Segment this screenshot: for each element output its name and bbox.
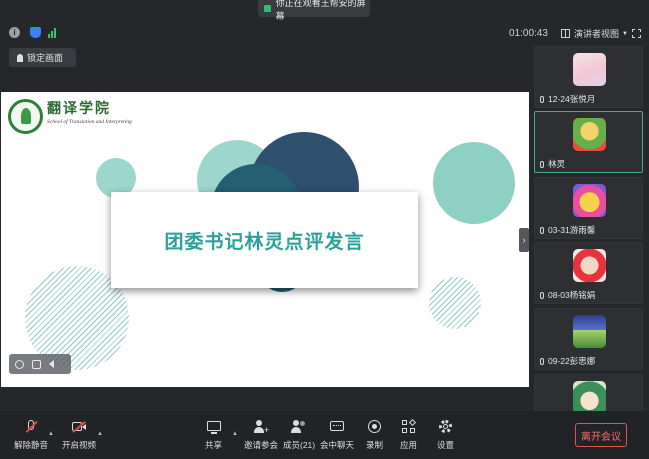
record-icon bbox=[367, 420, 383, 434]
participant-tile[interactable]: 09-22彭思娜 bbox=[534, 308, 643, 370]
school-name-cn: 翻译学院 bbox=[47, 101, 111, 117]
meeting-window: 你正在观看王帮安的屏幕 i 01:00:43 演讲者视图 ▼ 锁定画面 翻译学院… bbox=[0, 0, 649, 459]
signal-icon[interactable] bbox=[48, 27, 59, 38]
apps-label: 应用 bbox=[400, 440, 418, 450]
cartoon-boy-avatar bbox=[573, 118, 606, 151]
fullscreen-icon[interactable] bbox=[632, 29, 641, 38]
heart-dog-avatar bbox=[573, 249, 606, 282]
participant-name-row: 08-03杨铭娟 bbox=[540, 289, 595, 301]
gear-icon bbox=[438, 420, 454, 434]
speaker-view-button[interactable]: 演讲者视图 ▼ bbox=[561, 27, 628, 40]
screen-share-banner: 你正在观看王帮安的屏幕 bbox=[258, 0, 370, 21]
status-bar: i 01:00:43 演讲者视图 ▼ bbox=[0, 22, 649, 44]
decor-circle bbox=[433, 142, 515, 224]
participant-tile[interactable]: 12-24张悦月 bbox=[534, 46, 643, 108]
participant-tile[interactable]: 08-03杨铭娟 bbox=[534, 242, 643, 304]
lock-view-button[interactable]: 锁定画面 bbox=[9, 48, 76, 67]
participant-tile[interactable]: 林灵 bbox=[534, 111, 643, 173]
share-button[interactable]: 共享 bbox=[205, 420, 222, 451]
participant-name: 03-31游雨馨 bbox=[548, 225, 596, 235]
share-label: 共享 bbox=[205, 440, 223, 450]
share-screen-icon bbox=[206, 420, 222, 434]
pixel-character-avatar bbox=[573, 315, 606, 348]
mic-icon bbox=[540, 95, 544, 103]
leave-meeting-button[interactable]: 离开会议 bbox=[575, 423, 627, 447]
mic-icon bbox=[540, 357, 544, 365]
participant-name-row: 09-22彭思娜 bbox=[540, 355, 595, 367]
participant-tile[interactable]: 03-31游雨馨 bbox=[534, 177, 643, 239]
chevron-down-icon: ▼ bbox=[622, 30, 628, 37]
members-label: 成员(21) bbox=[283, 440, 316, 450]
pin-icon bbox=[17, 53, 23, 62]
decor-hatched-circle bbox=[429, 277, 481, 329]
unmute-button[interactable]: 解除静音 bbox=[14, 420, 48, 451]
chevron-up-icon[interactable]: ▲ bbox=[48, 431, 54, 437]
mic-muted-icon bbox=[23, 420, 39, 434]
participant-name: 09-22彭思娜 bbox=[548, 356, 596, 366]
slide-title: 团委书记林灵点评发言 bbox=[164, 231, 365, 253]
panel-toggle-handle[interactable]: › bbox=[519, 228, 529, 252]
chevron-up-icon[interactable]: ▲ bbox=[232, 431, 238, 437]
slide-tools[interactable] bbox=[9, 354, 71, 374]
unmute-label: 解除静音 bbox=[14, 440, 49, 450]
screen-share-text: 你正在观看王帮安的屏幕 bbox=[275, 0, 366, 21]
start-video-button[interactable]: 开启视频 bbox=[62, 420, 96, 451]
pokemon-avatar bbox=[573, 184, 606, 217]
shield-icon[interactable] bbox=[30, 27, 41, 38]
participant-tile[interactable] bbox=[534, 374, 643, 412]
participant-name: 林灵 bbox=[548, 159, 566, 169]
lock-view-label: 锁定画面 bbox=[27, 53, 64, 63]
apps-button[interactable]: 应用 bbox=[400, 418, 418, 451]
participant-panel: 12-24张悦月 林灵 03-31游雨馨 08-03杨铭娟 09-22彭思娜 bbox=[534, 46, 644, 412]
record-label: 录制 bbox=[366, 440, 384, 450]
mic-icon bbox=[540, 160, 544, 168]
meeting-timer: 01:00:43 bbox=[509, 28, 548, 39]
members-icon bbox=[291, 420, 307, 434]
chat-button[interactable]: 会中聊天 bbox=[320, 420, 354, 451]
anime-girl-avatar bbox=[573, 53, 606, 86]
participant-name-row: 03-31游雨馨 bbox=[540, 224, 595, 236]
invite-button[interactable]: + 邀请参会 bbox=[244, 420, 278, 451]
start-video-label: 开启视频 bbox=[62, 440, 97, 450]
shared-slide: 翻译学院 School of Translation and Interpret… bbox=[1, 92, 529, 387]
comment-icon[interactable] bbox=[32, 359, 41, 369]
participant-name: 08-03杨铭娟 bbox=[548, 290, 596, 300]
chat-icon bbox=[329, 420, 345, 434]
members-button[interactable]: 成员(21) bbox=[283, 420, 315, 451]
chevron-up-icon[interactable]: ▲ bbox=[97, 431, 103, 437]
info-icon[interactable]: i bbox=[9, 27, 20, 38]
participant-name: 12-24张悦月 bbox=[548, 94, 596, 104]
settings-label: 设置 bbox=[437, 440, 455, 450]
speaker-view-label: 演讲者视图 bbox=[574, 29, 620, 39]
mic-icon bbox=[540, 226, 544, 234]
school-name-en: School of Translation and Interpreting bbox=[47, 119, 132, 125]
green-hair-avatar bbox=[573, 381, 606, 412]
participant-name-row: 林灵 bbox=[540, 158, 565, 170]
apps-icon bbox=[401, 418, 417, 434]
settings-button[interactable]: 设置 bbox=[437, 420, 454, 451]
smile-icon[interactable] bbox=[15, 359, 24, 369]
college-logo bbox=[8, 99, 43, 134]
collapse-left-icon[interactable] bbox=[49, 360, 54, 368]
record-button[interactable]: 录制 bbox=[366, 420, 383, 451]
chat-label: 会中聊天 bbox=[320, 440, 355, 450]
add-person-icon: + bbox=[253, 420, 269, 435]
bottom-toolbar: 解除静音 ▲ 开启视频 ▲ 共享 ▲ + 邀请参会 成员(21) 会中聊天 录制… bbox=[0, 411, 649, 459]
screen-share-icon bbox=[264, 5, 271, 12]
participant-name-row: 12-24张悦月 bbox=[540, 93, 595, 105]
layout-icon bbox=[561, 29, 570, 38]
video-off-icon bbox=[71, 420, 87, 434]
mic-icon bbox=[540, 291, 544, 299]
slide-title-card: 团委书记林灵点评发言 bbox=[111, 192, 418, 288]
invite-label: 邀请参会 bbox=[244, 440, 279, 450]
